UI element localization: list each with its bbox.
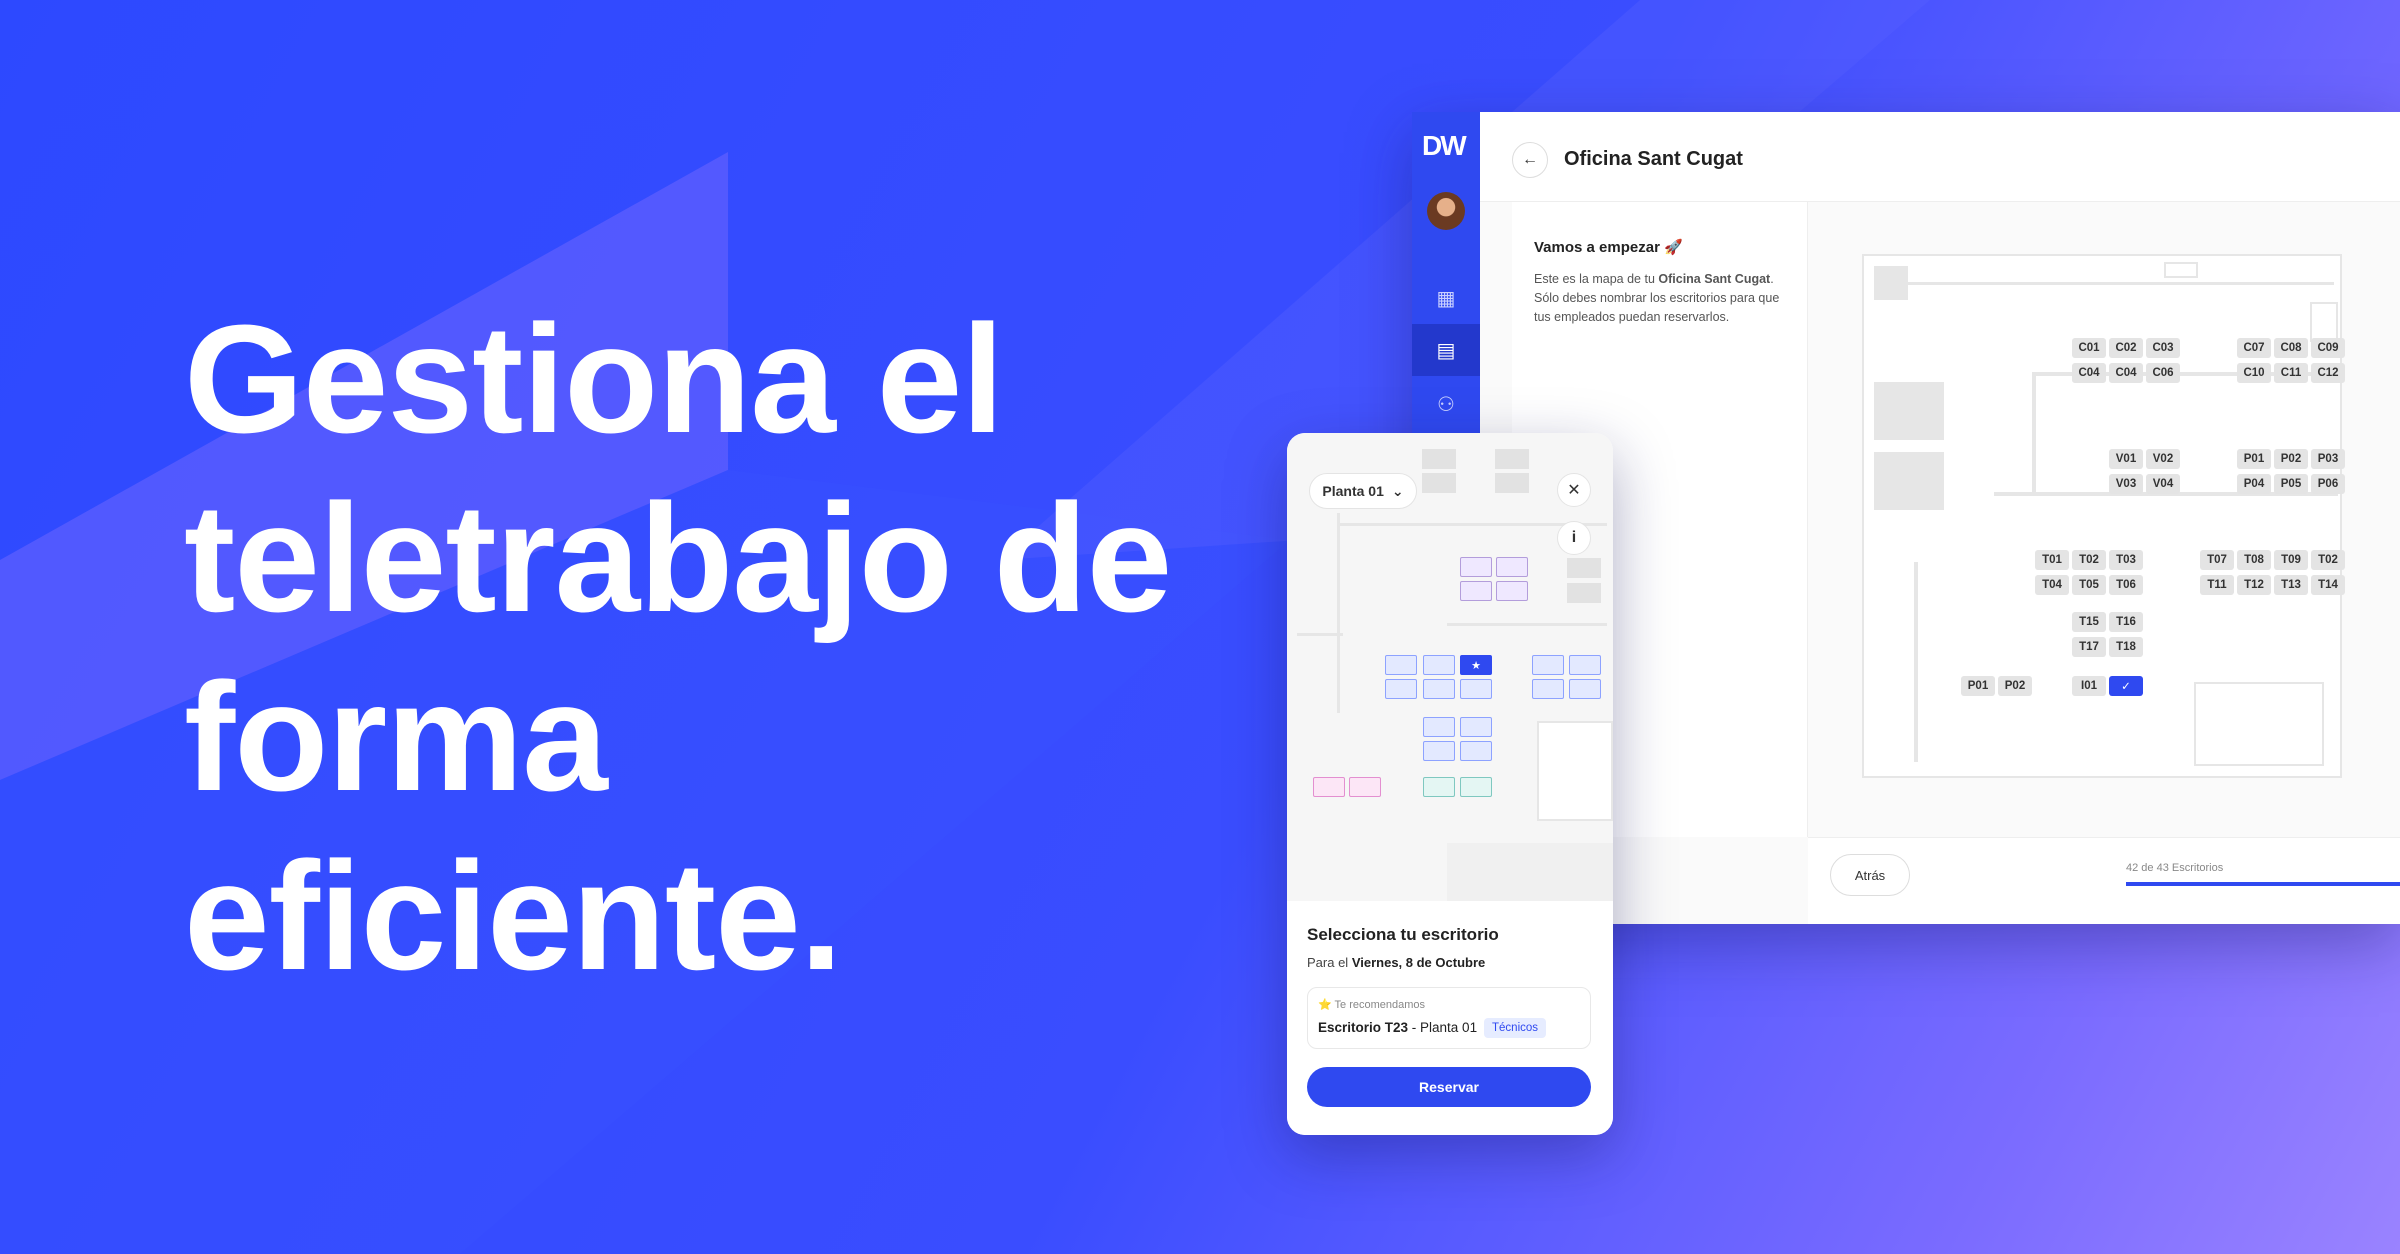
recommendation-card[interactable]: ⭐ Te recomendamos Escritorio T23 - Plant…	[1307, 987, 1591, 1049]
desk-label[interactable]: T13	[2274, 575, 2308, 595]
floor-map: C01 C02 C03 C07 C08 C09 C04 C04 C06 C10 C11 C12 V01 V…	[1808, 202, 2400, 837]
desk-label[interactable]: T07	[2200, 550, 2234, 570]
intro-title: Vamos a empezar 🚀	[1534, 239, 1683, 256]
desk-label[interactable]: I01	[2072, 676, 2106, 696]
desk-label[interactable]: C08	[2274, 338, 2308, 358]
desk-label[interactable]: T05	[2072, 575, 2106, 595]
chevron-down-icon: ⌄	[1391, 482, 1404, 499]
desk-label[interactable]: T06	[2109, 575, 2143, 595]
back-text-button[interactable]: Atrás	[1830, 854, 1910, 896]
floor-plan	[1862, 254, 2342, 778]
desk-label[interactable]: P01	[1961, 676, 1995, 696]
desk-label[interactable]: C07	[2237, 338, 2271, 358]
desk-label[interactable]: T08	[2237, 550, 2271, 570]
app-logo[interactable]: DW	[1422, 130, 1467, 162]
arrow-left-icon: ←	[1522, 151, 1538, 168]
dashboard-icon[interactable]: ▦	[1412, 272, 1480, 324]
desk-label[interactable]: V03	[2109, 474, 2143, 494]
desk-label[interactable]: C06	[2146, 363, 2180, 383]
mobile-app-card: ★ Planta 01 ⌄ ✕ i Selecciona tu escritori…	[1287, 433, 1613, 1135]
desk-label[interactable]: C01	[2072, 338, 2106, 358]
desk-label[interactable]: T15	[2072, 612, 2106, 632]
desk-label[interactable]: V01	[2109, 449, 2143, 469]
desk-label[interactable]: T09	[2274, 550, 2308, 570]
recommend-label: ⭐ Te recomendamos	[1318, 999, 1426, 1011]
desk-label[interactable]: C11	[2274, 363, 2308, 383]
desk-label[interactable]: T02	[2311, 550, 2345, 570]
desk-label[interactable]: T01	[2035, 550, 2069, 570]
desk-label[interactable]: T14	[2311, 575, 2345, 595]
desk-label[interactable]: P05	[2274, 474, 2308, 494]
desk-label[interactable]: C03	[2146, 338, 2180, 358]
intro-text: Este es la mapa de tu Oficina Sant Cugat…	[1534, 272, 1780, 324]
info-icon[interactable]: i	[1557, 521, 1591, 555]
desk-label[interactable]: C10	[2237, 363, 2271, 383]
recommended-desk: Escritorio T23 - Planta 01	[1318, 1020, 1478, 1035]
desk-label[interactable]: C12	[2311, 363, 2345, 383]
desk-label[interactable]: P03	[2311, 449, 2345, 469]
desk-label[interactable]: C09	[2311, 338, 2345, 358]
desk-label[interactable]: C04	[2109, 363, 2143, 383]
desk-label[interactable]: T17	[2072, 637, 2106, 657]
desk-label[interactable]: C02	[2109, 338, 2143, 358]
star-icon[interactable]: ★	[1460, 655, 1492, 675]
hero-line: Gestiona el	[184, 293, 1004, 465]
floor-select-label: Planta 01	[1322, 483, 1384, 499]
floor-select[interactable]: Planta 01 ⌄	[1309, 473, 1417, 509]
reserve-button[interactable]: Reservar	[1307, 1067, 1591, 1107]
check-icon[interactable]: ✓	[2109, 676, 2143, 696]
desk-label[interactable]: T12	[2237, 575, 2271, 595]
close-icon[interactable]: ✕	[1557, 473, 1591, 507]
desk-label[interactable]: P01	[2237, 449, 2271, 469]
users-icon[interactable]: ⚇	[1412, 378, 1480, 430]
desk-label[interactable]: P06	[2311, 474, 2345, 494]
desk-label[interactable]: T18	[2109, 637, 2143, 657]
desk-label[interactable]: P04	[2237, 474, 2271, 494]
avatar[interactable]	[1427, 192, 1465, 230]
page-title: Oficina Sant Cugat	[1564, 148, 1743, 170]
building-icon[interactable]: ▤	[1412, 324, 1480, 376]
desk-label[interactable]: T03	[2109, 550, 2143, 570]
sheet-date: Para el Viernes, 8 de Octubre	[1307, 955, 1486, 970]
hero-line: eficiente.	[184, 830, 843, 1002]
hero-line: forma	[184, 651, 608, 823]
footer-bar: Atrás 42 de 43 Escritorios	[1808, 837, 2400, 924]
back-button[interactable]: ←	[1512, 142, 1548, 178]
desk-label[interactable]: V02	[2146, 449, 2180, 469]
desk-label[interactable]: T04	[2035, 575, 2069, 595]
progress-text: 42 de 43 Escritorios	[2126, 862, 2224, 874]
progress-bar	[2126, 882, 2400, 886]
bottom-sheet: Selecciona tu escritorio Para el Viernes…	[1287, 901, 1613, 1135]
desk-label[interactable]: T16	[2109, 612, 2143, 632]
hero-line: teletrabajo de	[184, 472, 1172, 644]
team-tag: Técnicos	[1484, 1018, 1547, 1038]
sheet-title: Selecciona tu escritorio	[1307, 925, 1499, 944]
desk-label[interactable]: T11	[2200, 575, 2234, 595]
hero-headline: Gestiona el teletrabajo de forma eficien…	[184, 290, 1172, 1006]
desk-label[interactable]: T02	[2072, 550, 2106, 570]
desk-label[interactable]: P02	[2274, 449, 2308, 469]
desk-label[interactable]: C04	[2072, 363, 2106, 383]
desk-label[interactable]: V04	[2146, 474, 2180, 494]
desk-label[interactable]: P02	[1998, 676, 2032, 696]
